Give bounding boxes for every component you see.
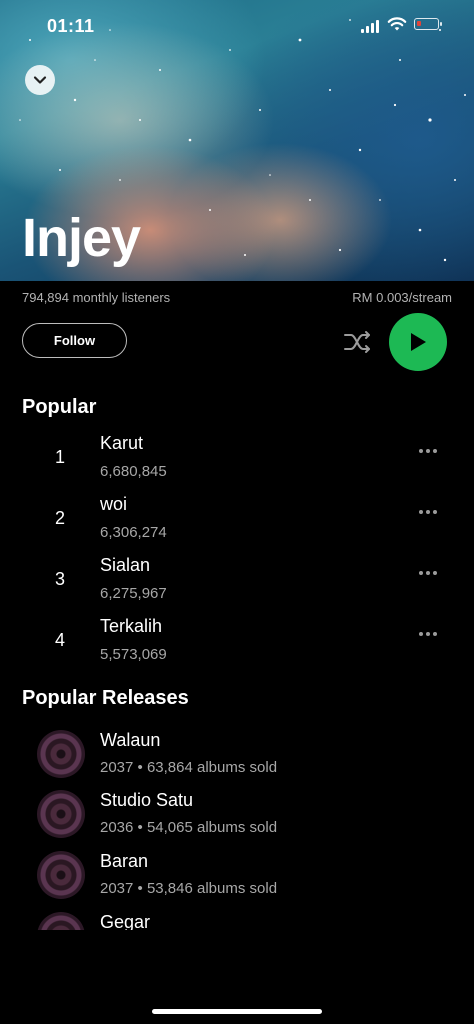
- follow-button[interactable]: Follow: [22, 323, 127, 358]
- monthly-listeners: 794,894 monthly listeners: [22, 290, 171, 305]
- more-dots-icon[interactable]: [419, 449, 441, 455]
- track-plays: 6,306,274: [100, 524, 167, 541]
- cellular-signal-icon: [361, 20, 379, 33]
- play-icon: [411, 333, 426, 351]
- more-dots-icon[interactable]: [419, 571, 441, 577]
- track-plays: 6,680,845: [100, 463, 167, 480]
- release-title: Walaun: [100, 730, 161, 750]
- stream-rate: RM 0.003/stream: [352, 290, 452, 305]
- release-subtitle: 2037 • 63,864 albums sold: [100, 759, 278, 776]
- artist-name: Injey: [22, 208, 141, 268]
- status-bar: 01:11: [0, 0, 474, 50]
- status-time: 01:11: [47, 16, 95, 36]
- track-rank: 3: [55, 569, 66, 589]
- play-button[interactable]: [389, 313, 447, 371]
- home-indicator[interactable]: [152, 1009, 322, 1014]
- track-title: Terkalih: [100, 616, 163, 636]
- chevron-down-icon: [33, 76, 47, 84]
- popular-releases-heading: Popular Releases: [22, 687, 189, 709]
- popular-heading: Popular: [22, 396, 97, 418]
- wifi-icon: [387, 17, 407, 31]
- release-subtitle: 2036 • 54,065 albums sold: [100, 819, 278, 836]
- track-title: Karut: [100, 433, 144, 453]
- track-plays: 5,573,069: [100, 646, 167, 663]
- track-row[interactable]: 4 Terkalih 5,573,069: [0, 616, 474, 677]
- release-title: Baran: [100, 851, 149, 871]
- track-row[interactable]: 3 Sialan 6,275,967: [0, 555, 474, 616]
- track-title: Sialan: [100, 555, 151, 575]
- bottom-fade: [0, 930, 474, 1000]
- collapse-button[interactable]: [25, 65, 55, 95]
- release-subtitle: 2037 • 53,846 albums sold: [100, 880, 278, 897]
- artist-header-image: 01:11 Injey: [0, 0, 474, 281]
- track-rank: 4: [55, 630, 66, 650]
- track-plays: 6,275,967: [100, 585, 167, 602]
- album-art: [37, 730, 85, 778]
- release-item[interactable]: Walaun 2037 • 63,864 albums sold: [0, 730, 474, 790]
- artist-meta-row: 794,894 monthly listeners RM 0.003/strea…: [22, 290, 452, 310]
- battery-icon: [414, 18, 442, 30]
- album-art: [37, 851, 85, 899]
- release-item[interactable]: Baran 2037 • 53,846 albums sold: [0, 851, 474, 911]
- track-rank: 1: [55, 447, 66, 467]
- more-dots-icon[interactable]: [419, 510, 441, 516]
- release-title: Studio Satu: [100, 790, 194, 810]
- album-art: [37, 790, 85, 838]
- track-title: woi: [100, 494, 128, 514]
- release-item[interactable]: Studio Satu 2036 • 54,065 albums sold: [0, 790, 474, 850]
- shuffle-icon[interactable]: [343, 329, 373, 355]
- track-row[interactable]: 2 woi 6,306,274: [0, 494, 474, 555]
- track-rank: 2: [55, 508, 66, 528]
- more-dots-icon[interactable]: [419, 632, 441, 638]
- track-row[interactable]: 1 Karut 6,680,845: [0, 433, 474, 494]
